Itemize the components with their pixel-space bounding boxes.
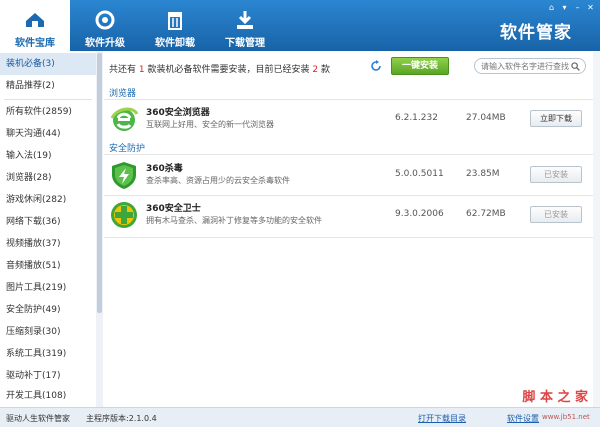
scrollbar-thumb[interactable] [97,53,102,313]
app-size: 23.85M [466,169,500,179]
pending-count: 1 [138,65,145,75]
app-version: 5.0.0.5011 [395,169,444,179]
watermark-url: www.jb51.net [542,413,590,421]
app-description: 拥有木马查杀、漏洞补丁修复等多功能的安全软件 [146,216,322,225]
sidebar-item[interactable]: 装机必备(3) [0,53,96,75]
main-scrollbar[interactable] [593,51,600,407]
skin-icon[interactable]: ⌂ [546,3,557,13]
app-name: 360杀毒 [146,164,183,174]
refresh-icon[interactable] [370,60,382,72]
status-version: 主程序版本:2.1.0.4 [86,414,157,423]
divider [104,195,594,196]
watermark-text: 脚 本 之 家 [522,390,588,405]
sidebar-item[interactable]: 驱动补丁(17) [0,365,96,387]
installed-button[interactable]: 已安装 [530,166,582,183]
app-description: 查杀率高、资源占用少的云安全杀毒软件 [146,176,290,185]
app-size: 27.04MB [466,113,506,123]
summary-text: 共还有 1 款装机必备软件需要安装，目前已经安装 2 款 [109,62,330,75]
minimize-icon[interactable]: – [572,3,583,13]
divider [4,99,92,100]
install-all-button[interactable]: 一键安装 [391,57,449,75]
tab-label: 下载管理 [225,38,265,49]
plus-guard-icon [111,202,137,228]
app-description: 互联网上好用、安全的新一代浏览器 [146,120,274,129]
sidebar-item[interactable]: 所有软件(2859) [0,101,96,123]
sidebar-scrollbar[interactable] [96,51,103,407]
home-icon [26,13,44,27]
search-icon[interactable] [571,62,580,71]
software-settings-link[interactable]: 软件设置 [507,413,539,424]
search-box [474,58,586,74]
sidebar-item[interactable]: 图片工具(219) [0,277,96,299]
app-version: 9.3.0.2006 [395,209,444,219]
tab-label: 软件宝库 [15,38,55,49]
status-app-name: 驱动人生软件管家 [6,414,70,423]
divider [104,99,594,100]
app-title: 软件管家 [500,23,572,43]
summary-prefix: 共还有 [109,65,137,75]
window-controls: ⌂ ▾ – ✕ [546,3,596,13]
close-icon[interactable]: ✕ [585,3,596,13]
sidebar-item[interactable]: 输入法(19) [0,145,96,167]
sidebar-item[interactable]: 安全防护(49) [0,299,96,321]
sidebar-item[interactable]: 聊天沟通(44) [0,123,96,145]
download-icon [237,11,253,29]
app-size: 62.72MB [466,209,506,219]
tab-label: 软件升级 [85,38,125,49]
tab-label: 软件卸载 [155,38,195,49]
browser-e-icon [110,107,139,131]
download-now-button[interactable]: 立即下载 [530,110,582,127]
sidebar-item[interactable]: 音频播放(51) [0,255,96,277]
app-row: 360安全卫士 拥有木马查杀、漏洞补丁修复等多功能的安全软件 9.3.0.200… [104,197,594,235]
header-bar: 软件宝库 软件升级 软件卸载 下载管理 软件管家 ⌂ ▾ – ✕ [0,0,600,51]
tab-download-manager[interactable]: 下载管理 [210,0,280,51]
open-download-folder-link[interactable]: 打开下载目录 [418,413,466,424]
search-input[interactable] [481,60,571,73]
status-bar: 驱动人生软件管家 主程序版本:2.1.0.4 打开下载目录 软件设置 www.j… [0,407,600,427]
app-version: 6.2.1.232 [395,113,438,123]
tab-software-library[interactable]: 软件宝库 [0,0,70,51]
category-sidebar: 装机必备(3) 精品推荐(2) 所有软件(2859) 聊天沟通(44) 输入法(… [0,51,103,407]
menu-icon[interactable]: ▾ [559,3,570,13]
sidebar-item[interactable]: 压缩刻录(30) [0,321,96,343]
sidebar-item[interactable]: 系统工具(319) [0,343,96,365]
installed-button[interactable]: 已安装 [530,206,582,223]
sidebar-item[interactable]: 网络下载(36) [0,211,96,233]
section-title-browser: 浏览器 [109,89,137,99]
shield-bolt-icon [112,162,136,189]
divider [104,237,594,238]
app-name: 360安全浏览器 [146,108,210,118]
sidebar-item[interactable]: 浏览器(28) [0,167,96,189]
tab-software-upgrade[interactable]: 软件升级 [70,0,140,51]
trash-icon [168,12,182,30]
sidebar-item[interactable]: 精品推荐(2) [0,75,96,97]
app-name: 360安全卫士 [146,204,201,214]
main-panel: 共还有 1 款装机必备软件需要安装，目前已经安装 2 款 一键安装 浏览器 36… [104,51,600,407]
divider [104,154,594,155]
summary-mid: 款装机必备软件需要安装，目前已经安装 [147,65,310,75]
sidebar-item[interactable]: 开发工具(108) [0,385,96,407]
app-row: 360杀毒 查杀率高、资源占用少的云安全杀毒软件 5.0.0.5011 23.8… [104,157,594,195]
tab-software-uninstall[interactable]: 软件卸载 [140,0,210,51]
section-title-security: 安全防护 [109,144,146,154]
summary-suffix: 款 [321,65,331,75]
refresh-icon [95,10,115,30]
app-row: 360安全浏览器 互联网上好用、安全的新一代浏览器 6.2.1.232 27.0… [104,101,594,139]
sidebar-item[interactable]: 游戏休闲(282) [0,189,96,211]
installed-count: 2 [312,65,319,75]
sidebar-item[interactable]: 视频播放(37) [0,233,96,255]
